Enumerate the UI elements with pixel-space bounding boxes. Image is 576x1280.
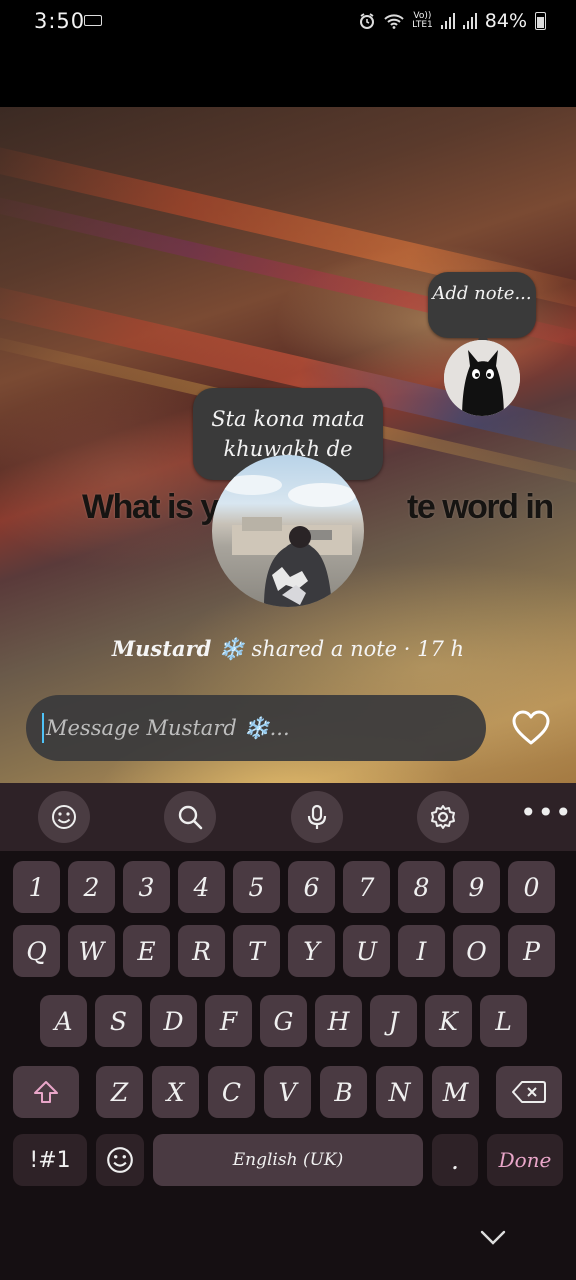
friend-note-line1: Sta kona mata <box>211 407 365 431</box>
keyboard-indicator-icon <box>84 15 102 26</box>
mic-icon <box>307 804 327 829</box>
alarm-icon <box>360 13 375 29</box>
key-4[interactable]: 4 <box>178 861 225 913</box>
key-e[interactable]: E <box>123 925 170 977</box>
key-8[interactable]: 8 <box>398 861 445 913</box>
add-note-label: Add note... <box>432 283 532 304</box>
key-y[interactable]: Y <box>288 925 335 977</box>
key-r[interactable]: R <box>178 925 225 977</box>
add-note-bubble[interactable]: Add note... <box>428 272 536 355</box>
friend-photo <box>222 475 356 607</box>
key-3[interactable]: 3 <box>123 861 170 913</box>
key-v[interactable]: V <box>264 1066 311 1118</box>
battery-icon <box>535 12 546 30</box>
keyboard-settings-button[interactable] <box>417 791 469 843</box>
key-7[interactable]: 7 <box>343 861 390 913</box>
status-icons: Vo)) LTE1 84% <box>358 10 546 32</box>
key-9[interactable]: 9 <box>453 861 500 913</box>
keyboard-toolbar: ••• <box>0 783 576 851</box>
key-5[interactable]: 5 <box>233 861 280 913</box>
status-time: 3:50 <box>34 9 86 33</box>
key-h[interactable]: H <box>315 995 362 1047</box>
shift-key[interactable] <box>13 1066 79 1118</box>
friend-avatar[interactable] <box>212 455 364 607</box>
space-key[interactable]: English (UK) <box>153 1134 423 1186</box>
key-1[interactable]: 1 <box>13 861 60 913</box>
key-k[interactable]: K <box>425 995 472 1047</box>
shared-note-meta: shared a note · 17 h <box>251 637 465 661</box>
key-t[interactable]: T <box>233 925 280 977</box>
key-n[interactable]: N <box>376 1066 423 1118</box>
shift-icon <box>34 1081 58 1103</box>
emoji-key[interactable] <box>96 1134 144 1186</box>
key-m[interactable]: M <box>432 1066 479 1118</box>
done-key[interactable]: Done <box>487 1134 563 1186</box>
network-type: Vo)) LTE1 <box>412 11 433 30</box>
key-l[interactable]: L <box>480 995 527 1047</box>
heart-icon[interactable] <box>512 710 550 746</box>
message-placeholder: Message Mustard ❄️... <box>46 715 290 740</box>
wifi-icon <box>384 14 404 29</box>
status-bar: 3:50 Vo)) LTE1 84% <box>0 0 576 44</box>
key-c[interactable]: C <box>208 1066 255 1118</box>
black-cat-icon <box>444 340 520 416</box>
text-caret <box>42 713 44 743</box>
battery-percent: 84% <box>484 10 527 32</box>
period-key[interactable]: . <box>432 1134 478 1186</box>
my-avatar[interactable] <box>444 340 520 416</box>
symbols-key[interactable]: !#1 <box>13 1134 87 1186</box>
key-q[interactable]: Q <box>13 925 60 977</box>
key-a[interactable]: A <box>40 995 87 1047</box>
keyboard: 1234567890 QWERTYUIOP ASDFGHJKL ZXCVBNM … <box>0 851 576 1280</box>
key-w[interactable]: W <box>68 925 115 977</box>
message-input[interactable]: Message Mustard ❄️... <box>26 695 486 761</box>
key-f[interactable]: F <box>205 995 252 1047</box>
key-d[interactable]: D <box>150 995 197 1047</box>
key-o[interactable]: O <box>453 925 500 977</box>
settings-icon <box>431 805 455 829</box>
key-g[interactable]: G <box>260 995 307 1047</box>
key-b[interactable]: B <box>320 1066 367 1118</box>
signal-icon <box>440 13 455 29</box>
key-z[interactable]: Z <box>96 1066 143 1118</box>
key-2[interactable]: 2 <box>68 861 115 913</box>
voice-input-button[interactable] <box>291 791 343 843</box>
search-icon <box>178 805 203 830</box>
chevron-down-icon[interactable] <box>478 1226 508 1248</box>
backspace-icon <box>512 1081 546 1103</box>
shared-note-author[interactable]: Mustard ❄️ <box>112 636 245 661</box>
backspace-key[interactable] <box>496 1066 562 1118</box>
emoji-icon <box>107 1147 133 1173</box>
key-u[interactable]: U <box>343 925 390 977</box>
more-icon[interactable]: ••• <box>520 799 572 831</box>
key-j[interactable]: J <box>370 995 417 1047</box>
key-p[interactable]: P <box>508 925 555 977</box>
signal-2-icon <box>462 13 477 29</box>
search-button[interactable] <box>164 791 216 843</box>
key-6[interactable]: 6 <box>288 861 335 913</box>
emoji-icon <box>52 805 76 829</box>
key-s[interactable]: S <box>95 995 142 1047</box>
key-0[interactable]: 0 <box>508 861 555 913</box>
key-i[interactable]: I <box>398 925 445 977</box>
shared-note-caption: Mustard ❄️ shared a note · 17 h <box>0 636 576 662</box>
key-x[interactable]: X <box>152 1066 199 1118</box>
emoji-button[interactable] <box>38 791 90 843</box>
